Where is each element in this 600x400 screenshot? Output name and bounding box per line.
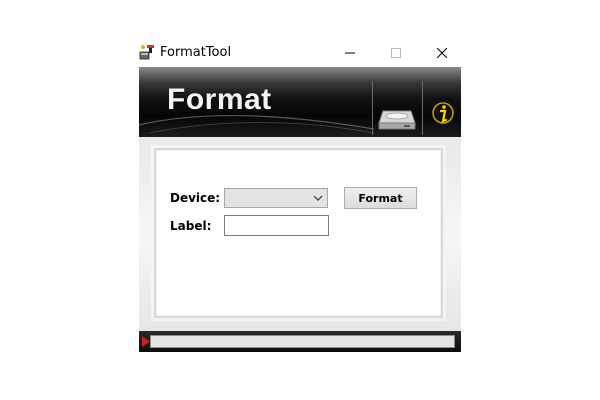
device-label: Device: xyxy=(170,191,221,205)
formattool-window: FormatTool Format Device: Label: Format xyxy=(139,38,461,352)
volume-label-label: Label: xyxy=(170,219,212,233)
minimize-button[interactable] xyxy=(327,38,373,67)
minimize-icon xyxy=(345,52,355,53)
banner-divider xyxy=(422,81,423,135)
banner-divider xyxy=(372,81,373,135)
maximize-icon xyxy=(391,47,401,58)
close-button[interactable] xyxy=(419,38,465,67)
volume-label-input[interactable] xyxy=(224,215,329,236)
info-icon xyxy=(432,102,454,124)
status-bar xyxy=(139,331,461,352)
format-button[interactable]: Format xyxy=(344,187,417,209)
play-arrow-icon xyxy=(142,336,150,347)
chevron-down-icon xyxy=(313,195,323,201)
banner-title: Format xyxy=(167,83,272,116)
header-banner: Format xyxy=(139,67,461,137)
disk-button[interactable] xyxy=(377,97,417,131)
window-title: FormatTool xyxy=(160,45,232,60)
app-icon xyxy=(139,44,155,60)
progress-bar xyxy=(150,335,455,348)
maximize-button[interactable] xyxy=(373,38,419,67)
disk-icon xyxy=(378,110,416,130)
close-icon xyxy=(437,47,447,58)
info-button[interactable] xyxy=(431,99,455,127)
device-select[interactable] xyxy=(224,188,328,208)
title-bar: FormatTool xyxy=(139,38,461,67)
